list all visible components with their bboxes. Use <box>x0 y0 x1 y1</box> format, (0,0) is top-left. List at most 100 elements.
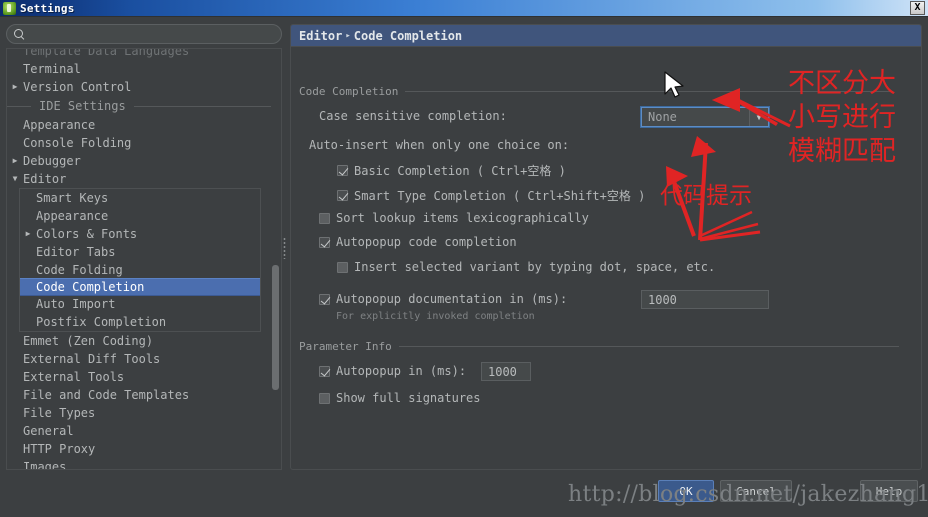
tree-item-label: Smart Keys <box>36 191 109 205</box>
breadcrumb-current: Code Completion <box>353 28 463 43</box>
autopopup-doc-checkbox[interactable] <box>319 293 330 305</box>
tree-item-version-control[interactable]: ▶ Version Control <box>7 78 271 96</box>
autopopup-doc-value: 1000 <box>648 292 677 307</box>
case-sensitive-dropdown[interactable]: None ▼ <box>640 106 770 128</box>
tree-item-label: Auto Import <box>36 297 116 311</box>
tree-item-external-tools[interactable]: External Tools <box>7 368 271 386</box>
tree-item-general[interactable]: General <box>7 422 271 440</box>
close-icon[interactable]: X <box>910 1 925 15</box>
tree-item-smart-keys[interactable]: Smart Keys <box>20 189 260 207</box>
tree-item-code-folding[interactable]: Code Folding <box>20 261 260 279</box>
tree-item-external-diff-tools[interactable]: External Diff Tools <box>7 350 271 368</box>
tree-item-appearance[interactable]: Appearance <box>7 116 271 134</box>
section-code-completion: Code Completion <box>299 85 899 98</box>
tree-item-http-proxy[interactable]: HTTP Proxy <box>7 440 271 458</box>
insert-selected-variant-row[interactable]: Insert selected variant by typing dot, s… <box>337 260 715 274</box>
basic-completion-label: Basic Completion ( Ctrl+空格 ) <box>354 164 566 178</box>
tree-item-file-types[interactable]: File Types <box>7 404 271 422</box>
section-parameter-info: Parameter Info <box>299 340 899 353</box>
insert-selected-variant-checkbox[interactable] <box>337 261 348 273</box>
window-titlebar: Settings X <box>0 0 928 17</box>
sort-lookup-row[interactable]: Sort lookup items lexicographically <box>319 211 589 225</box>
window-title: Settings <box>20 1 75 15</box>
tree-item-label: File and Code Templates <box>23 388 190 402</box>
section-parameter-info-label: Parameter Info <box>299 340 392 353</box>
search-box[interactable] <box>6 24 282 44</box>
tree-item-postfix-completion[interactable]: Postfix Completion <box>20 313 260 331</box>
autopopup-in-checkbox[interactable] <box>319 365 330 377</box>
help-button[interactable]: Help <box>860 480 918 502</box>
tree-item-label: Appearance <box>23 118 96 132</box>
tree-item-label: Version Control <box>23 80 132 94</box>
show-full-signatures-label: Show full signatures <box>336 391 481 405</box>
tree-item-terminal[interactable]: Terminal <box>7 60 271 78</box>
tree-item-colors-and-fonts[interactable]: ▶ Colors & Fonts <box>20 225 260 243</box>
chevron-right-icon[interactable]: ▶ <box>7 83 23 91</box>
tree-item-label: Console Folding <box>23 136 132 150</box>
autopopup-in-label: Autopopup in (ms): <box>336 364 467 378</box>
settings-dialog: Settings X Template Data Languages Termi… <box>0 0 928 517</box>
autopopup-in-row[interactable]: Autopopup in (ms): <box>319 364 466 378</box>
smart-type-completion-checkbox[interactable] <box>337 190 348 201</box>
autopopup-doc-input[interactable]: 1000 <box>641 290 769 309</box>
auto-insert-label-row: Auto-insert when only one choice on: <box>309 138 569 152</box>
splitter-grip-icon <box>283 237 286 259</box>
tree-item-code-completion[interactable]: Code Completion <box>20 278 260 296</box>
show-full-signatures-row[interactable]: Show full signatures <box>319 391 481 405</box>
show-full-signatures-checkbox[interactable] <box>319 392 330 404</box>
tree-item-label: External Tools <box>23 370 125 384</box>
autopopup-doc-label: Autopopup documentation in (ms): <box>336 292 568 306</box>
chevron-down-icon[interactable]: ▼ <box>749 108 768 126</box>
sidebar-scrollbar[interactable] <box>271 50 280 469</box>
tree-item-emmet[interactable]: Emmet (Zen Coding) <box>7 332 271 350</box>
sidebar-scrollbar-thumb[interactable] <box>272 265 279 390</box>
tree-item-label: Code Folding <box>36 263 123 277</box>
autopopup-code-completion-label: Autopopup code completion <box>336 235 517 249</box>
tree-item-editor[interactable]: ▼ Editor <box>7 170 271 188</box>
tree-item-label: Postfix Completion <box>36 315 167 329</box>
autopopup-doc-row[interactable]: Autopopup documentation in (ms): <box>319 292 567 306</box>
autopopup-in-value: 1000 <box>488 364 517 379</box>
smart-type-completion-row[interactable]: Smart Type Completion ( Ctrl+Shift+空格 ) <box>337 187 645 204</box>
editor-subtree: Smart Keys Appearance ▶ Colors & Fonts E… <box>19 188 261 332</box>
tree-item-template-data-languages[interactable]: Template Data Languages <box>7 49 271 60</box>
chevron-right-icon[interactable]: ▶ <box>7 157 23 165</box>
chevron-down-icon[interactable]: ▼ <box>7 175 23 183</box>
smart-type-completion-label: Smart Type Completion ( Ctrl+Shift+空格 ) <box>354 189 646 203</box>
ok-button[interactable]: OK <box>658 480 714 502</box>
tree-item-debugger[interactable]: ▶ Debugger <box>7 152 271 170</box>
sort-lookup-checkbox[interactable] <box>319 212 330 224</box>
tree-item-label: Debugger <box>23 154 81 168</box>
chevron-right-icon[interactable]: ▶ <box>20 230 36 238</box>
tree-item-auto-import[interactable]: Auto Import <box>20 295 260 313</box>
tree-item-editor-tabs[interactable]: Editor Tabs <box>20 243 260 261</box>
sort-lookup-label: Sort lookup items lexicographically <box>336 211 589 225</box>
tree-item-label: File Types <box>23 406 96 420</box>
tree-group-label: IDE Settings <box>39 99 126 113</box>
basic-completion-checkbox[interactable] <box>337 165 348 176</box>
tree-item-label: Appearance <box>36 209 109 223</box>
cancel-button[interactable]: Cancel <box>720 480 792 502</box>
tree-item-label: External Diff Tools <box>23 352 161 366</box>
auto-insert-label: Auto-insert when only one choice on: <box>309 138 570 152</box>
tree-item-editor-appearance[interactable]: Appearance <box>20 207 260 225</box>
search-input[interactable] <box>25 26 281 42</box>
breadcrumb-root[interactable]: Editor <box>299 29 342 43</box>
settings-sidebar: Template Data Languages Terminal ▶ Versi… <box>6 24 282 470</box>
tree-item-label: Images <box>23 460 67 470</box>
case-sensitive-row: Case sensitive completion: <box>319 109 507 123</box>
tree-item-images[interactable]: Images <box>7 458 271 470</box>
tree-item-label: Editor <box>23 172 67 186</box>
tree-item-file-and-code-templates[interactable]: File and Code Templates <box>7 386 271 404</box>
insert-selected-variant-label: Insert selected variant by typing dot, s… <box>354 260 716 274</box>
autopopup-code-completion-checkbox[interactable] <box>319 236 330 248</box>
panel-splitter[interactable] <box>281 24 289 470</box>
tree-item-label: Emmet (Zen Coding) <box>23 334 154 348</box>
basic-completion-row[interactable]: Basic Completion ( Ctrl+空格 ) <box>337 162 566 179</box>
case-sensitive-value: None <box>648 110 677 124</box>
autopopup-code-completion-row[interactable]: Autopopup code completion <box>319 235 517 249</box>
autopopup-in-input[interactable]: 1000 <box>481 362 531 381</box>
settings-tree: Template Data Languages Terminal ▶ Versi… <box>6 48 282 470</box>
tree-content: Template Data Languages Terminal ▶ Versi… <box>7 49 271 470</box>
tree-item-console-folding[interactable]: Console Folding <box>7 134 271 152</box>
